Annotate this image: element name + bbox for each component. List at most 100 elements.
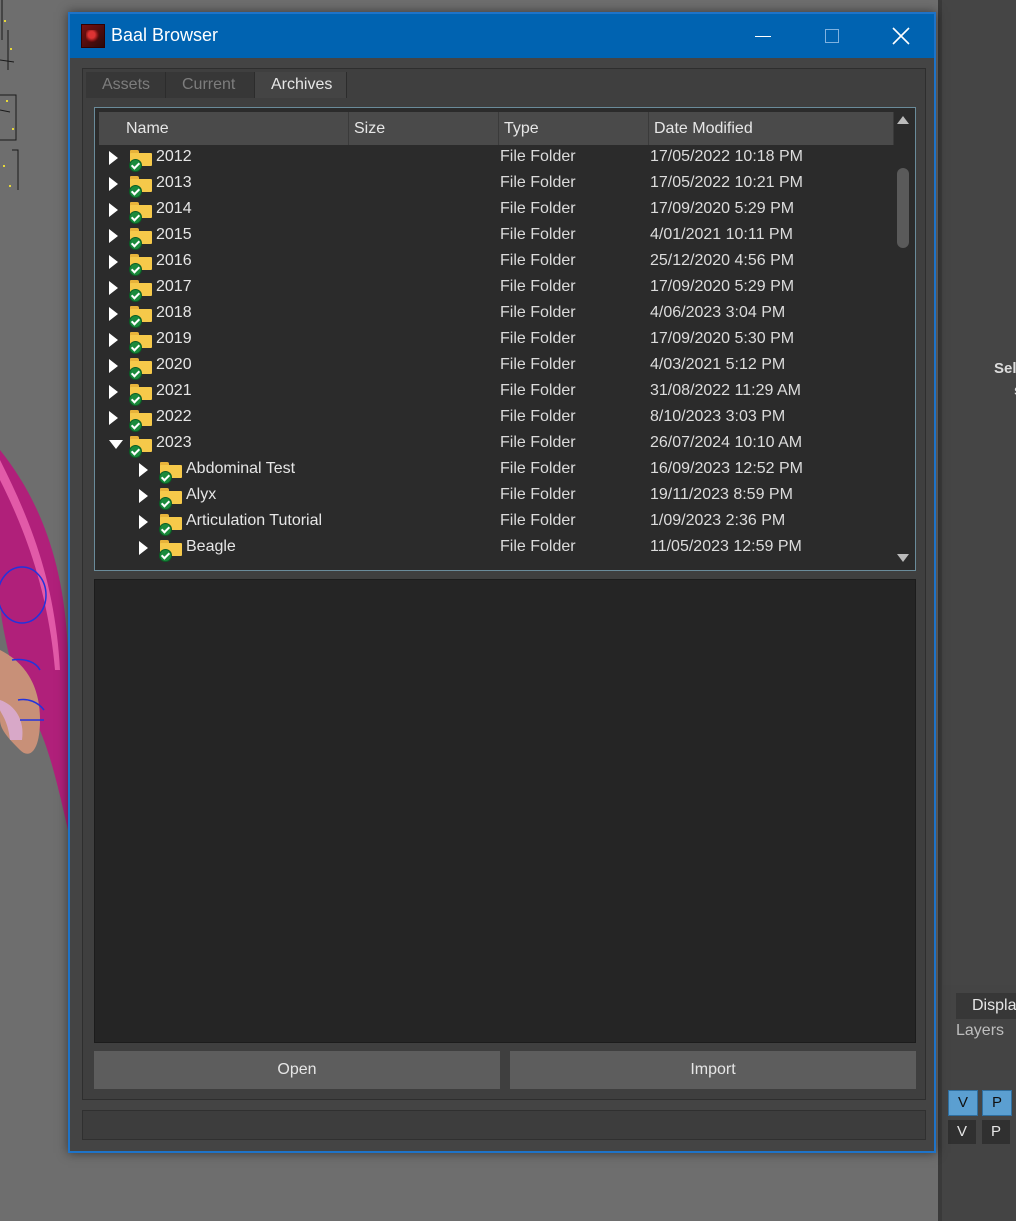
- expand-arrow-icon[interactable]: [109, 177, 118, 191]
- row-date-modified: 4/01/2021 10:11 PM: [650, 226, 793, 243]
- maximize-button[interactable]: [797, 14, 867, 58]
- folder-synced-icon: [129, 176, 152, 198]
- tree-row[interactable]: Abdominal Test File Folder 16/09/2023 12:5…: [99, 457, 894, 484]
- tab-archives[interactable]: Archives: [255, 72, 347, 98]
- tree-row[interactable]: 2012 File Folder 17/05/2022 10:18 PM: [99, 145, 894, 172]
- expand-arrow-icon[interactable]: [109, 333, 118, 347]
- row-type: File Folder: [500, 512, 576, 529]
- row-name: 2017: [156, 278, 192, 295]
- row-date-modified: 8/10/2023 3:03 PM: [650, 408, 786, 425]
- import-button[interactable]: Import: [510, 1051, 916, 1089]
- tree-row[interactable]: 2016 File Folder 25/12/2020 4:56 PM: [99, 249, 894, 276]
- row-name: 2022: [156, 408, 192, 425]
- scroll-down-icon[interactable]: [897, 554, 909, 562]
- expand-arrow-icon[interactable]: [139, 463, 148, 477]
- column-header-name[interactable]: Name: [99, 112, 349, 145]
- folder-synced-icon: [129, 410, 152, 432]
- tree-row[interactable]: 2023 File Folder 26/07/2024 10:10 AM: [99, 431, 894, 458]
- row-name: 2016: [156, 252, 192, 269]
- row-type: File Folder: [500, 174, 576, 191]
- row-type: File Folder: [500, 148, 576, 165]
- expand-arrow-icon[interactable]: [109, 151, 118, 165]
- row-type: File Folder: [500, 252, 576, 269]
- row-type: File Folder: [500, 434, 576, 451]
- collapse-arrow-icon[interactable]: [109, 440, 123, 449]
- tree-row[interactable]: 2021 File Folder 31/08/2022 11:29 AM: [99, 379, 894, 406]
- layer-visibility-button[interactable]: V: [948, 1090, 978, 1116]
- folder-synced-icon: [159, 462, 182, 484]
- layer-playback-button[interactable]: P: [982, 1090, 1012, 1116]
- baal-browser-window: Baal Browser Assets Current Archives Nam…: [68, 12, 936, 1153]
- expand-arrow-icon[interactable]: [109, 385, 118, 399]
- browser-content: Assets Current Archives Name Size Type D…: [82, 68, 926, 1100]
- maximize-icon: [825, 29, 839, 43]
- row-type: File Folder: [500, 460, 576, 477]
- attribute-panel-label: Sel: [994, 360, 1016, 377]
- tree-row[interactable]: Articulation Tutorial File Folder 1/09/202…: [99, 509, 894, 536]
- column-header-size[interactable]: Size: [349, 112, 499, 145]
- close-button[interactable]: [866, 14, 936, 58]
- tree-row[interactable]: 2014 File Folder 17/09/2020 5:29 PM: [99, 197, 894, 224]
- row-date-modified: 17/05/2022 10:18 PM: [650, 148, 804, 165]
- tree-row[interactable]: 2018 File Folder 4/06/2023 3:04 PM: [99, 301, 894, 328]
- open-button[interactable]: Open: [94, 1051, 500, 1089]
- column-header-type[interactable]: Type: [499, 112, 649, 145]
- minimize-icon: [755, 35, 771, 37]
- vertical-scrollbar[interactable]: [895, 112, 911, 566]
- scroll-up-icon[interactable]: [897, 116, 909, 124]
- expand-arrow-icon[interactable]: [139, 489, 148, 503]
- row-type: File Folder: [500, 408, 576, 425]
- viewport-wireframe-graphic: [0, 0, 19, 190]
- row-date-modified: 1/09/2023 2:36 PM: [650, 512, 786, 529]
- row-name: 2014: [156, 200, 192, 217]
- tab-current[interactable]: Current: [166, 72, 255, 98]
- expand-arrow-icon[interactable]: [109, 203, 118, 217]
- row-name: 2015: [156, 226, 192, 243]
- file-tree-view[interactable]: Name Size Type Date Modified 2012 File Fo…: [94, 107, 916, 571]
- row-type: File Folder: [500, 538, 576, 555]
- folder-synced-icon: [159, 488, 182, 510]
- title-bar[interactable]: Baal Browser: [70, 14, 934, 58]
- row-name: 2012: [156, 148, 192, 165]
- expand-arrow-icon[interactable]: [109, 359, 118, 373]
- window-title: Baal Browser: [111, 25, 219, 45]
- expand-arrow-icon[interactable]: [109, 255, 118, 269]
- row-name: 2018: [156, 304, 192, 321]
- scroll-thumb[interactable]: [897, 168, 909, 248]
- display-tab[interactable]: Display: [956, 993, 1016, 1019]
- expand-arrow-icon[interactable]: [109, 307, 118, 321]
- tree-row[interactable]: 2020 File Folder 4/03/2021 5:12 PM: [99, 353, 894, 380]
- row-type: File Folder: [500, 200, 576, 217]
- expand-arrow-icon[interactable]: [139, 515, 148, 529]
- expand-arrow-icon[interactable]: [109, 411, 118, 425]
- folder-synced-icon: [129, 306, 152, 328]
- layer-playback-button-2[interactable]: P: [982, 1120, 1010, 1144]
- row-date-modified: 31/08/2022 11:29 AM: [650, 382, 801, 399]
- row-date-modified: 17/05/2022 10:21 PM: [650, 174, 804, 191]
- tab-assets[interactable]: Assets: [86, 72, 166, 98]
- tree-row[interactable]: 2015 File Folder 4/01/2021 10:11 PM: [99, 223, 894, 250]
- tree-row[interactable]: Beagle File Folder 11/05/2023 12:59 PM: [99, 535, 894, 562]
- tree-rows: 2012 File Folder 17/05/2022 10:18 PM 2013 Fi…: [99, 145, 894, 566]
- row-date-modified: 11/05/2023 12:59 PM: [650, 538, 802, 555]
- expand-arrow-icon[interactable]: [109, 229, 118, 243]
- row-date-modified: 16/09/2023 12:52 PM: [650, 460, 804, 477]
- tree-row[interactable]: Alyx File Folder 19/11/2023 8:59 PM: [99, 483, 894, 510]
- tree-row[interactable]: 2013 File Folder 17/05/2022 10:21 PM: [99, 171, 894, 198]
- expand-arrow-icon[interactable]: [109, 281, 118, 295]
- tree-row[interactable]: 2019 File Folder 17/09/2020 5:30 PM: [99, 327, 894, 354]
- minimize-button[interactable]: [728, 14, 798, 58]
- expand-arrow-icon[interactable]: [139, 541, 148, 555]
- layer-visibility-button-2[interactable]: V: [948, 1120, 976, 1144]
- tree-row[interactable]: 2017 File Folder 17/09/2020 5:29 PM: [99, 275, 894, 302]
- preview-pane: [94, 579, 916, 1043]
- folder-synced-icon: [129, 436, 152, 458]
- tab-bar: Assets Current Archives: [86, 72, 347, 98]
- layers-menu[interactable]: Layers: [956, 1022, 1004, 1040]
- column-header-date-modified[interactable]: Date Modified: [649, 112, 894, 145]
- row-name: Abdominal Test: [186, 460, 296, 477]
- row-date-modified: 17/09/2020 5:30 PM: [650, 330, 795, 347]
- folder-synced-icon: [129, 150, 152, 172]
- tree-row[interactable]: 2022 File Folder 8/10/2023 3:03 PM: [99, 405, 894, 432]
- folder-synced-icon: [129, 202, 152, 224]
